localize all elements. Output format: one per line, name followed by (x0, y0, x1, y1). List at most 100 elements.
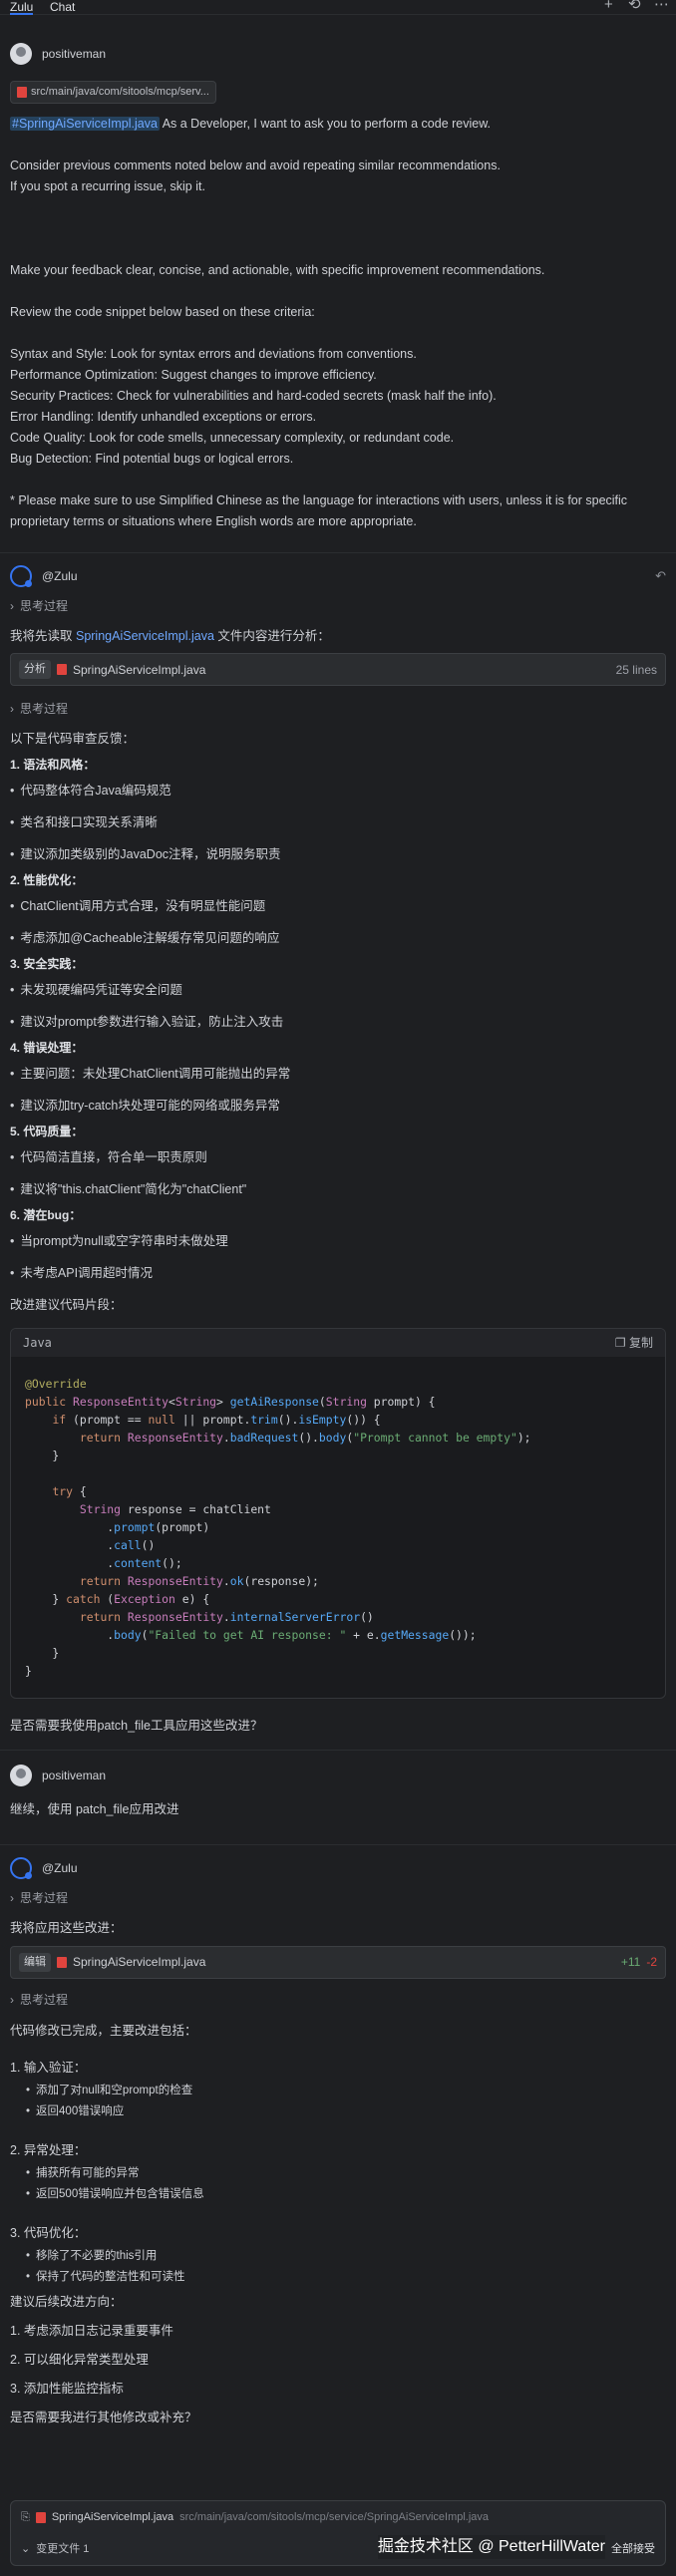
user-avatar (10, 1764, 32, 1786)
divider (0, 551, 676, 553)
code-block-header: Java ❐ 复制 (11, 1328, 665, 1357)
edit-tag: 编辑 (19, 1953, 51, 1972)
chevron-right-icon: › (10, 1891, 14, 1906)
review-title: 以下是代码审查反馈： (10, 731, 136, 746)
tab-zulu[interactable]: Zulu (10, 0, 34, 15)
section-title: 4. 错误处理： (10, 1040, 84, 1055)
user-prompt: #SpringAiServiceImpl.java As a Developer… (10, 114, 666, 532)
change-summary: 代码修改已完成，主要改进包括： 1. 输入验证： 添加了对null和空promp… (10, 2021, 666, 2428)
criteria-item: Error Handling: Identify unhandled excep… (10, 409, 317, 424)
thinking-toggle[interactable]: › 思考过程 (10, 1889, 666, 1907)
thinking-toggle[interactable]: › 思考过程 (10, 700, 666, 718)
java-file-icon (57, 1956, 67, 1968)
future-item: 2. 可以细化异常类型处理 (10, 2352, 149, 2367)
zulu-name: @Zulu (42, 568, 78, 583)
list-item: 移除了不必要的this引用 (36, 2249, 158, 2262)
zulu-message-header: @Zulu (10, 1857, 666, 1880)
analyze-line-count: 25 lines (615, 662, 657, 677)
list-item: 建议将"this.chatClient"简化为"chatClient" (20, 1181, 247, 1196)
list-item: 捕获所有可能的异常 (36, 2166, 140, 2179)
analyze-file-name: SpringAiServiceImpl.java (73, 662, 206, 677)
undo-icon[interactable]: ↶ (655, 566, 666, 586)
prompt-intro: As a Developer, I want to ask you to per… (159, 116, 492, 131)
context-file-chip[interactable]: src/main/java/com/sitools/mcp/serv... (10, 81, 216, 104)
list-item: ChatClient调用方式合理，没有明显性能问题 (20, 898, 266, 913)
bottom-input-panel[interactable]: ⎘ SpringAiServiceImpl.java src/main/java… (10, 2500, 666, 2566)
list-item: 返回400错误响应 (36, 2104, 125, 2117)
list-item: 保持了代码的整洁性和可读性 (36, 2270, 185, 2283)
prompt-note: * Please make sure to use Simplified Chi… (10, 492, 628, 528)
ask-patch: 是否需要我使用patch_file工具应用这些改进？ (10, 1718, 263, 1733)
thinking-label: 思考过程 (20, 701, 69, 716)
review-feedback: 以下是代码审查反馈： 1. 语法和风格： 代码整体符合Java编码规范 类名和接… (10, 728, 666, 1316)
copy-label: 复制 (628, 1335, 653, 1350)
thinking-label: 思考过程 (20, 1891, 69, 1906)
zulu-name: @Zulu (42, 1861, 78, 1876)
group-title: 2. 异常处理： (10, 2142, 87, 2157)
lines-removed: -2 (646, 1955, 657, 1970)
list-item: 建议添加try-catch块处理可能的网络或服务异常 (20, 1098, 280, 1113)
future-item: 3. 添加性能监控指标 (10, 2381, 124, 2396)
prompt-line-2: Consider previous comments noted below a… (10, 158, 501, 172)
user-reply: 继续，使用 patch_file应用改进 (10, 1801, 179, 1816)
changed-files-toggle[interactable]: ⌄ 变更文件 1 (21, 2541, 89, 2558)
attach-icon[interactable]: ⎘ (21, 2509, 30, 2526)
zulu-avatar (10, 564, 32, 587)
read-file-link[interactable]: SpringAiServiceImpl.java (76, 629, 214, 643)
group-title: 3. 代码优化： (10, 2225, 87, 2240)
zulu-message-header: @Zulu ↶ (10, 564, 666, 587)
section-title: 6. 潜在bug： (10, 1207, 82, 1222)
criteria-item: Security Practices: Check for vulnerabil… (10, 388, 497, 403)
thinking-label: 思考过程 (20, 1992, 69, 2007)
accept-all-button[interactable]: 全部接受 (611, 2541, 655, 2558)
thinking-toggle[interactable]: › 思考过程 (10, 597, 666, 615)
bottom-file-name: SpringAiServiceImpl.java (51, 2511, 174, 2523)
history-icon[interactable]: ⟲ (628, 0, 641, 12)
file-reference-tag[interactable]: #SpringAiServiceImpl.java (10, 116, 160, 131)
list-item: 建议添加类级别的JavaDoc注释，说明服务职责 (20, 846, 281, 861)
list-item: 返回500错误响应并包含错误信息 (36, 2187, 204, 2200)
chevron-right-icon: › (10, 701, 14, 716)
criteria-item: Syntax and Style: Look for syntax errors… (10, 346, 417, 361)
list-item: 代码整体符合Java编码规范 (20, 783, 171, 798)
group-title: 1. 输入验证： (10, 2060, 87, 2075)
copy-button[interactable]: ❐ 复制 (615, 1334, 653, 1352)
thinking-toggle[interactable]: › 思考过程 (10, 1991, 666, 2009)
analyze-file-card[interactable]: 分析 SpringAiServiceImpl.java 25 lines (10, 653, 666, 686)
suggest-title: 改进建议代码片段： (10, 1297, 123, 1312)
code-content: @Override public ResponseEntity<String> … (25, 1376, 531, 1678)
criteria-item: Bug Detection: Find potential bugs or lo… (10, 451, 294, 466)
edit-file-card[interactable]: 编辑 SpringAiServiceImpl.java +11 -2 (10, 1946, 666, 1979)
section-title: 3. 安全实践： (10, 956, 84, 971)
read-suffix: 文件内容进行分析： (213, 628, 330, 643)
bottom-file-path: src/main/java/com/sitools/mcp/service/Sp… (179, 2511, 490, 2523)
tab-chat[interactable]: Chat (50, 0, 75, 14)
thinking-label: 思考过程 (20, 598, 69, 613)
zulu-avatar (10, 1857, 32, 1880)
section-title: 1. 语法和风格： (10, 757, 96, 772)
edit-file-name: SpringAiServiceImpl.java (73, 1955, 206, 1970)
divider (0, 1844, 676, 1846)
lines-added: +11 (620, 1955, 641, 1970)
future-title: 建议后续改进方向： (10, 2294, 123, 2309)
java-file-icon (17, 86, 27, 98)
chevron-right-icon: › (10, 598, 14, 613)
changed-files-label: 变更文件 1 (36, 2543, 90, 2555)
applying-text: 我将应用这些改进： (10, 1921, 123, 1936)
chevron-down-icon: ⌄ (21, 2543, 31, 2555)
more-icon[interactable]: ⋯ (654, 0, 669, 12)
read-prefix: 我将先读取 (10, 628, 76, 643)
code-block: Java ❐ 复制 @Override public ResponseEntit… (10, 1327, 666, 1699)
top-bar: Zulu Chat + ⟲ ⋯ (0, 0, 676, 15)
divider (0, 1749, 676, 1751)
list-item: 考虑添加@Cacheable注解缓存常见问题的响应 (20, 930, 280, 945)
user-message-header: positiveman (10, 1764, 666, 1786)
user-avatar (10, 43, 32, 65)
copy-icon: ❐ (614, 1335, 626, 1350)
plus-icon[interactable]: + (604, 0, 613, 12)
list-item: 未考虑API调用超时情况 (20, 1265, 154, 1280)
java-file-icon (35, 2511, 46, 2523)
java-file-icon (57, 664, 67, 675)
prompt-line-3: If you spot a recurring issue, skip it. (10, 178, 205, 193)
bottom-file-row[interactable]: ⎘ SpringAiServiceImpl.java src/main/java… (21, 2509, 489, 2526)
